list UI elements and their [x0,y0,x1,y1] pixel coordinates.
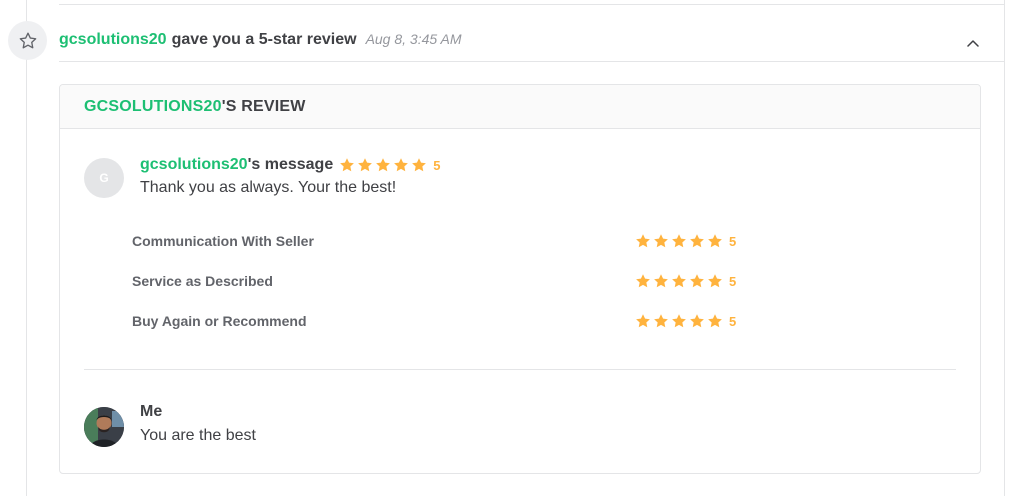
review-header-name[interactable]: GCSOLUTIONS20 [84,98,222,116]
star-icon [690,234,704,248]
star-icon [340,158,355,172]
criterion-stars [635,233,725,249]
timeline-rail [26,0,27,496]
reply-author: Me [140,403,163,420]
criterion-rating-value: 5 [729,233,737,249]
buyer-avatar[interactable]: G [84,158,124,198]
collapse-button[interactable] [963,35,983,51]
star-icon [708,274,722,288]
event-timestamp: Aug 8, 3:45 AM [365,31,462,47]
review-event-header: gcsolutions20 gave you a 5-star review A… [59,31,462,51]
criterion-rating: 5 [635,273,736,289]
criterion-rating: 5 [635,313,736,329]
top-divider [59,4,1004,5]
buyer-username-link[interactable]: gcsolutions20 [59,31,167,49]
overall-rating-value: 5 [433,157,441,173]
criterion-stars [635,273,725,289]
criterion-row-communication: Communication With Seller 5 [132,231,752,251]
right-border [1004,0,1005,496]
reply-divider [84,369,956,370]
message-label-suffix: 's message [247,156,334,173]
criterion-stars [635,313,725,329]
review-card-header: GCSOLUTIONS20 'S REVIEW [60,85,980,129]
criterion-rating: 5 [635,233,736,249]
header-divider [59,61,1004,62]
star-icon [358,158,373,172]
star-outline-icon [8,21,47,60]
buyer-name-link[interactable]: gcsolutions20 [140,156,248,174]
reply-text: You are the best [140,427,256,444]
criterion-label: Buy Again or Recommend [132,313,307,329]
star-icon [654,314,668,328]
star-icon [690,274,704,288]
profile-photo-icon [84,407,124,447]
star-icon [636,314,650,328]
star-icon [376,158,391,172]
buyer-message-title: gcsolutions20 's message 5 [140,155,440,175]
buyer-message-text: Thank you as always. Your the best! [140,179,397,196]
star-icon [394,158,409,172]
star-icon [654,234,668,248]
review-header-suffix: 'S REVIEW [221,97,306,115]
buyer-avatar-initial: G [99,171,109,185]
star-icon [636,274,650,288]
my-avatar[interactable] [84,407,124,447]
criterion-rating-value: 5 [729,313,737,329]
review-card: GCSOLUTIONS20 'S REVIEW G gcsolutions20 … [59,84,981,474]
event-action-text: gave you a 5-star review [171,31,357,48]
order-activity-page: gcsolutions20 gave you a 5-star review A… [0,0,1009,496]
criterion-label: Service as Described [132,273,273,289]
star-icon [690,314,704,328]
star-icon [672,234,686,248]
star-icon [654,274,668,288]
star-icon [412,158,427,172]
criterion-row-service: Service as Described 5 [132,271,752,291]
criterion-label: Communication With Seller [132,233,314,249]
star-icon [708,234,722,248]
overall-rating-stars [339,157,429,173]
star-icon [672,274,686,288]
chevron-up-icon [967,40,979,47]
criterion-rating-value: 5 [729,273,737,289]
star-icon [636,234,650,248]
star-icon [708,314,722,328]
criterion-row-recommend: Buy Again or Recommend 5 [132,311,752,331]
star-icon [672,314,686,328]
